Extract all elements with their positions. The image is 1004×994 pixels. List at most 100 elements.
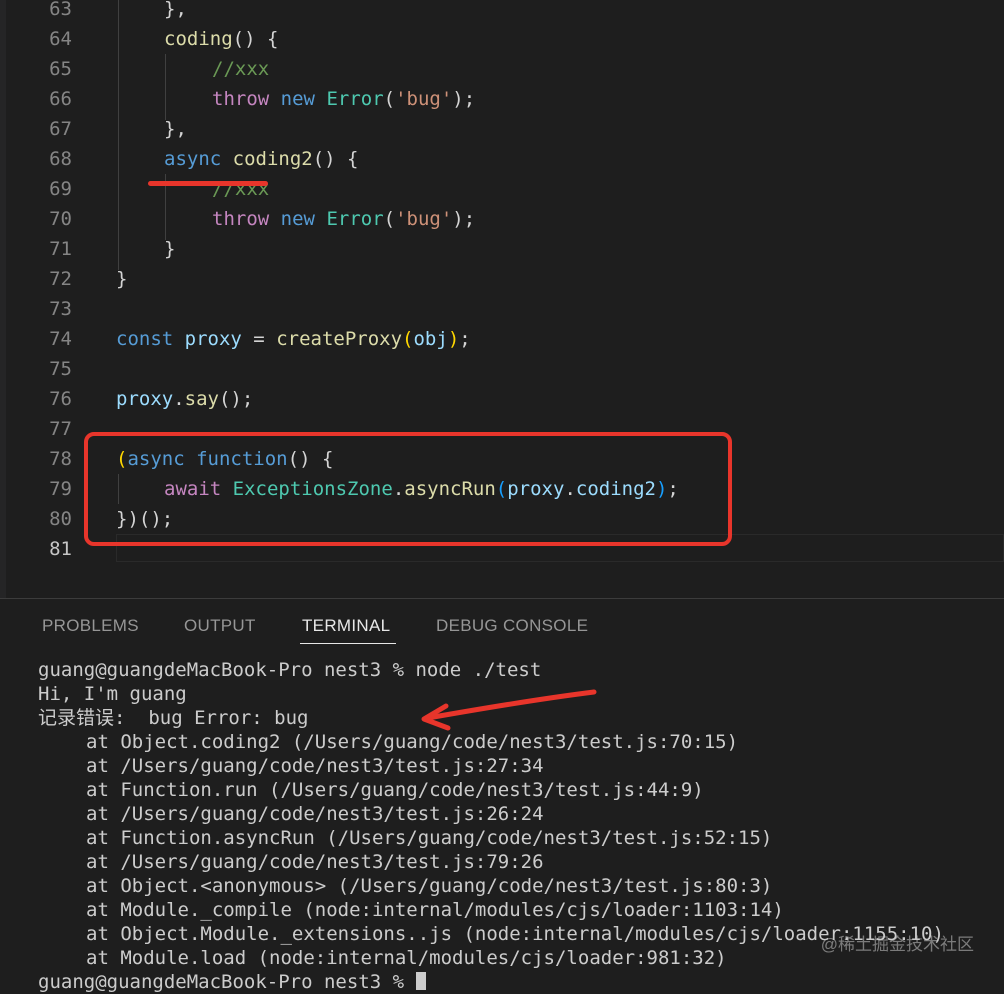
stack-trace-line: at Object.Module._extensions..js (node:i…	[86, 923, 944, 945]
tab-terminal[interactable]: TERMINAL	[302, 616, 390, 646]
code-token: }	[164, 238, 176, 260]
code-line: 75	[0, 354, 1004, 384]
code-token: }	[116, 268, 128, 290]
line-number: 68	[49, 148, 72, 170]
code-line: 65 //xxx	[0, 54, 1004, 84]
code-line: 63},	[0, 0, 1004, 24]
indent-guide	[118, 0, 119, 270]
line-number: 74	[49, 328, 72, 350]
code-token: },	[164, 0, 187, 20]
code-token: Error	[326, 208, 384, 230]
code-text: //xxx	[212, 174, 269, 204]
code-token: obj	[413, 328, 448, 350]
code-token: const	[116, 328, 174, 350]
line-number: 64	[49, 28, 72, 50]
annotation-highlight-box	[84, 432, 732, 546]
code-token: //xxx	[212, 58, 270, 80]
code-text: throw new Error('bug');	[212, 204, 475, 234]
line-number: 67	[49, 118, 72, 140]
code-line: 76 proxy.say();	[0, 384, 1004, 414]
terminal-output-line: Hi, I'm guang	[38, 683, 187, 705]
code-token: ;	[459, 328, 471, 350]
code-text: proxy.say();	[116, 384, 253, 414]
code-token: =	[241, 328, 277, 350]
code-line: 71}	[0, 234, 1004, 264]
terminal-prompt-line: guang@guangdeMacBook-Pro nest3 %	[38, 970, 426, 994]
code-text: },	[164, 114, 187, 144]
code-token: 'bug'	[395, 88, 453, 110]
code-line: 68 async coding2() {	[0, 144, 1004, 174]
line-number: 65	[49, 58, 72, 80]
code-text: async coding2() {	[164, 144, 359, 174]
code-token: 'bug'	[395, 208, 453, 230]
stack-trace-line: at Function.run (/Users/guang/code/nest3…	[86, 779, 704, 801]
code-token: );	[452, 88, 476, 110]
tab-debug-console[interactable]: DEBUG CONSOLE	[436, 616, 588, 646]
line-number: 79	[49, 478, 72, 500]
terminal-prompt: guang@guangdeMacBook-Pro nest3 %	[38, 971, 416, 993]
active-tab-indicator	[300, 643, 396, 644]
code-token: new	[280, 208, 315, 230]
code-token: (	[383, 208, 396, 230]
code-line: 74 const proxy = createProxy(obj);	[0, 324, 1004, 354]
code-token: )	[447, 328, 460, 350]
line-number: 81	[49, 538, 72, 560]
code-text: const proxy = createProxy(obj);	[116, 324, 471, 354]
code-line: 67},	[0, 114, 1004, 144]
line-number: 73	[49, 298, 72, 320]
code-token: coding	[164, 28, 233, 50]
code-token: new	[280, 88, 315, 110]
line-number: 75	[49, 358, 72, 380]
stack-trace-line: at /Users/guang/code/nest3/test.js:26:24	[86, 803, 544, 825]
line-number: 80	[49, 508, 72, 530]
code-token: () {	[232, 28, 279, 50]
stack-trace-line: at Object.coding2 (/Users/guang/code/nes…	[86, 731, 739, 753]
line-number: 70	[49, 208, 72, 230]
line-number: 69	[49, 178, 72, 200]
code-line: 72}	[0, 264, 1004, 294]
tab-output[interactable]: OUTPUT	[184, 616, 256, 646]
stack-trace-line: at Function.asyncRun (/Users/guang/code/…	[86, 827, 773, 849]
terminal-error-line: 记录错误: bug Error: bug	[38, 707, 309, 729]
code-token: proxy	[184, 328, 242, 350]
code-token: say	[184, 388, 219, 410]
annotation-arrow	[421, 689, 597, 731]
line-number: 71	[49, 238, 72, 260]
code-token: () {	[312, 148, 359, 170]
code-text: //xxx	[212, 54, 269, 84]
code-line: 70 throw new Error('bug');	[0, 204, 1004, 234]
stack-trace-line: at Module._compile (node:internal/module…	[86, 899, 784, 921]
code-token: createProxy	[276, 328, 403, 350]
code-token: );	[452, 208, 476, 230]
code-line: 64 coding() {	[0, 24, 1004, 54]
stack-trace-line: at /Users/guang/code/nest3/test.js:27:34	[86, 755, 544, 777]
code-token: },	[164, 118, 187, 140]
stack-trace-line: at Object.<anonymous> (/Users/guang/code…	[86, 875, 773, 897]
code-text: },	[164, 0, 187, 24]
line-number: 72	[49, 268, 72, 290]
line-number: 77	[49, 418, 72, 440]
code-token: proxy	[116, 388, 174, 410]
stack-trace-line: at Module.load (node:internal/modules/cj…	[86, 947, 727, 969]
line-number: 76	[49, 388, 72, 410]
code-text: coding() {	[164, 24, 278, 54]
watermark: @稀土掘金技术社区	[820, 935, 974, 954]
code-token: async	[164, 148, 222, 170]
terminal-command-line: guang@guangdeMacBook-Pro nest3 % node ./…	[38, 659, 542, 681]
code-line: 66 throw new Error('bug');	[0, 84, 1004, 114]
terminal-cursor	[415, 972, 426, 990]
line-number: 66	[49, 88, 72, 110]
code-token: throw	[212, 208, 270, 230]
line-number: 63	[49, 0, 72, 20]
line-number: 78	[49, 448, 72, 470]
tab-problems[interactable]: PROBLEMS	[42, 616, 139, 646]
code-token: throw	[212, 88, 270, 110]
code-token: Error	[326, 88, 384, 110]
code-line: 73	[0, 294, 1004, 324]
code-token: (	[402, 328, 414, 350]
